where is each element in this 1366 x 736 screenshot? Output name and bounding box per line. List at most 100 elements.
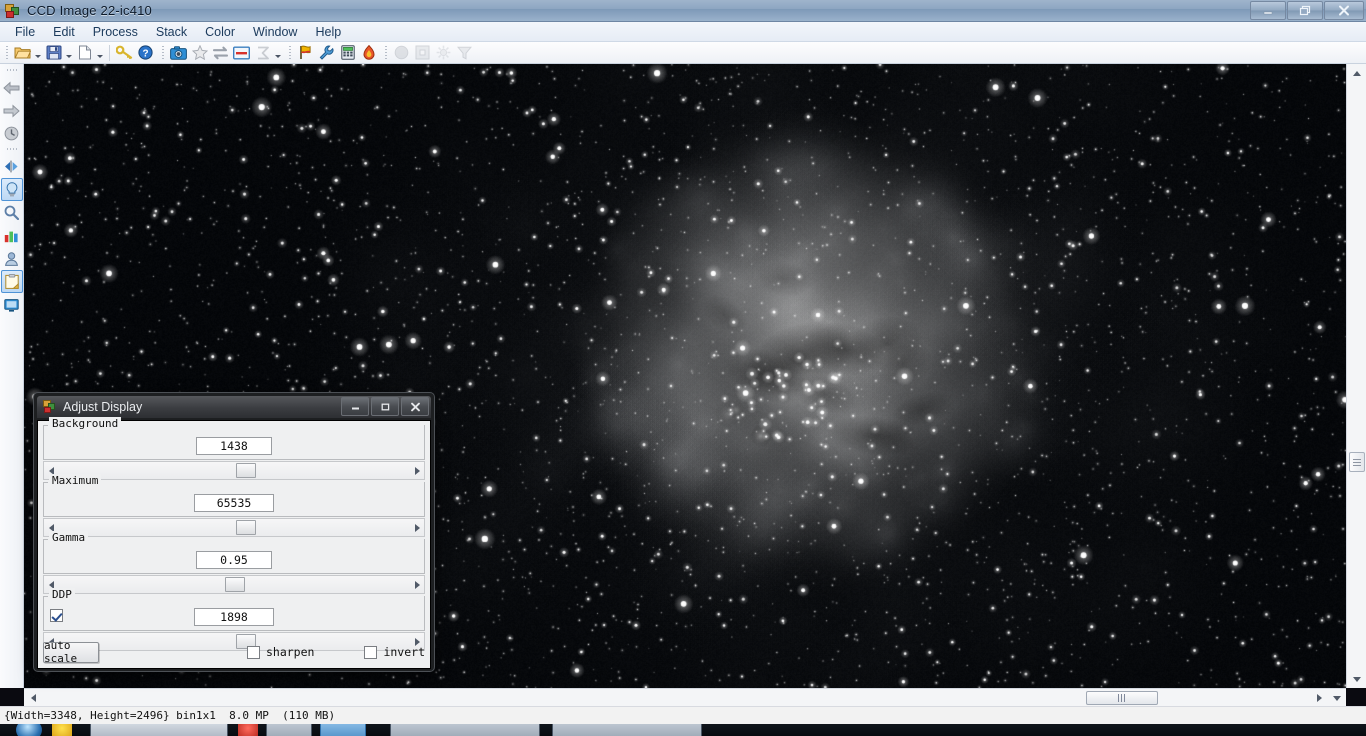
funnel-filter-icon [454,43,475,63]
window-controls [1250,1,1364,20]
taskbar-item-explorer[interactable] [90,724,228,736]
background-slider-right-arrow[interactable] [410,462,424,479]
start-orb-icon[interactable] [16,724,42,736]
scroll-left-button[interactable] [24,689,42,707]
monitor-icon[interactable] [1,293,23,316]
menu-process[interactable]: Process [84,23,147,41]
ddp-value-input[interactable]: 1898 [194,608,274,626]
scroll-dropdown-button[interactable] [1328,689,1346,707]
calculator-icon[interactable] [337,43,358,63]
toolbar-grip-4[interactable] [383,44,389,62]
menu-color[interactable]: Color [196,23,244,41]
gamma-value-input[interactable]: 0.95 [196,551,272,569]
menu-file[interactable]: File [6,23,44,41]
menu-help[interactable]: Help [306,23,350,41]
scroll-down-button[interactable] [1347,670,1366,688]
clipboard-icon[interactable] [0,270,23,293]
toolbar-grip-2[interactable] [160,44,166,62]
new-dropdown-caret[interactable] [95,43,105,63]
sigma-dropdown-caret[interactable] [273,43,283,63]
image-info-text: {Width=3348, Height=2496} bin1x1 8.0 MP … [4,709,336,722]
dialog-close-button[interactable] [401,397,429,416]
bar-chart-icon[interactable] [1,224,23,247]
ddp-checkbox-box[interactable] [50,609,63,622]
invert-checkbox[interactable]: invert [364,645,425,659]
camera-icon[interactable] [168,43,189,63]
vertical-scroll-thumb[interactable] [1349,452,1365,472]
sharpen-checkbox[interactable]: sharpen [246,645,315,659]
main-toolbar: ? [0,42,1366,64]
sharpen-label: sharpen [265,645,315,659]
gamma-label: Gamma [49,531,89,544]
forward-arrow-icon[interactable] [1,99,23,122]
taskbar-pin-browser[interactable] [52,724,72,736]
save-disk-icon[interactable] [43,43,64,63]
toolbar-grip[interactable] [4,44,10,62]
toolbar-grip-3[interactable] [287,44,293,62]
sigma-stack-icon [252,43,273,63]
invert-checkbox-box[interactable] [364,645,378,659]
window-title: CCD Image 22-ic410 [27,3,152,18]
flip-horizontal-icon[interactable] [1,155,23,178]
ddp-enable-checkbox[interactable] [50,609,63,627]
taskbar-item-app4[interactable] [552,724,702,736]
back-arrow-icon[interactable] [1,76,23,99]
save-dropdown-caret[interactable] [64,43,74,63]
taskbar-pin-media[interactable] [238,724,258,736]
flag-icon[interactable] [295,43,316,63]
new-page-icon[interactable] [74,43,95,63]
open-dropdown-caret[interactable] [33,43,43,63]
maximum-row: 65535 [44,490,424,516]
wrench-icon[interactable] [316,43,337,63]
magnifier-icon[interactable] [1,201,23,224]
history-clock-icon[interactable] [1,122,23,145]
menu-edit[interactable]: Edit [44,23,84,41]
dialog-restore-button[interactable] [371,397,399,416]
taskbar-item-app2[interactable] [320,724,366,736]
window-title-bar: CCD Image 22-ic410 [0,0,1366,22]
menu-stack[interactable]: Stack [147,23,196,41]
star-icon[interactable] [189,43,210,63]
swap-arrows-icon[interactable] [210,43,231,63]
leftbar-grip[interactable] [4,66,20,74]
gamma-slider-right-arrow[interactable] [410,576,424,593]
sharpen-checkbox-box[interactable] [246,645,260,659]
ddp-label: DDP [49,588,75,601]
horizontal-scroll-thumb[interactable] [1086,691,1158,705]
gamma-slider-thumb[interactable] [225,577,245,592]
scroll-up-button[interactable] [1347,64,1366,82]
taskbar-item-app1[interactable] [266,724,312,736]
gamma-slider[interactable] [43,575,425,594]
key-icon[interactable] [114,43,135,63]
flame-icon[interactable] [358,43,379,63]
scroll-right-button[interactable] [1310,689,1328,707]
maximum-slider-thumb[interactable] [236,520,256,535]
background-value-input[interactable]: 1438 [196,437,272,455]
lightbulb-icon[interactable] [0,178,23,201]
status-bar: {Width=3348, Height=2496} bin1x1 8.0 MP … [0,706,1366,724]
close-button[interactable] [1324,1,1364,20]
dialog-title-bar: Adjust Display [37,396,431,418]
adjust-display-icon[interactable] [231,43,252,63]
taskbar-item-app3[interactable] [390,724,540,736]
dialog-title: Adjust Display [63,400,143,414]
vertical-scrollbar[interactable] [1346,64,1366,688]
leftbar-grip-2[interactable] [4,145,20,153]
auto-scale-button[interactable]: auto scale [43,639,99,665]
ddp-group: DDP 1898 [43,588,425,631]
user-icon[interactable] [1,247,23,270]
dialog-minimize-button[interactable] [341,397,369,416]
minimize-button[interactable] [1250,1,1286,20]
open-folder-icon[interactable] [12,43,33,63]
maximum-value-input[interactable]: 65535 [194,494,274,512]
menu-window[interactable]: Window [244,23,306,41]
background-slider-thumb[interactable] [236,463,256,478]
application-window: CCD Image 22-ic410 File Edit Process Sta… [0,0,1366,736]
dialog-window-controls [341,397,429,416]
restore-button[interactable] [1287,1,1323,20]
horizontal-scrollbar[interactable] [24,688,1346,707]
maximum-slider-right-arrow[interactable] [410,519,424,536]
adjust-display-dialog[interactable]: Adjust Display Background 1438 Maximum 6… [33,392,435,672]
maximum-slider[interactable] [43,518,425,537]
help-circle-icon[interactable]: ? [135,43,156,63]
